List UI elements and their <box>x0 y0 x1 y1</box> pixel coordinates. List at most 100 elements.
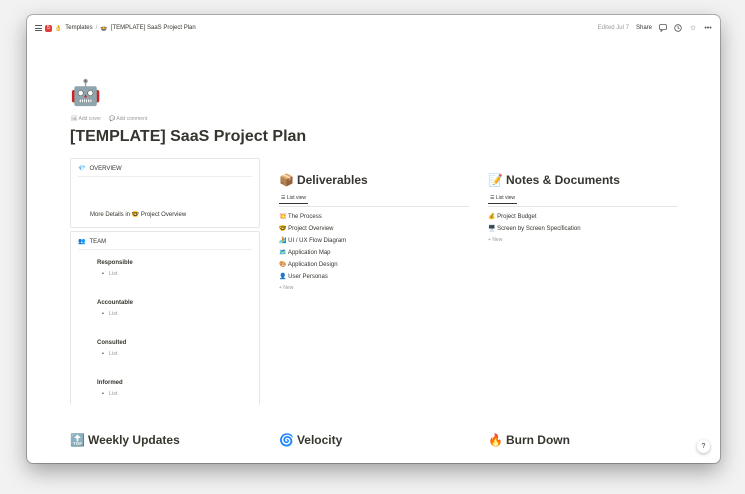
velocity-title: Velocity <box>296 433 343 447</box>
notification-badge[interactable]: 5 <box>45 24 52 32</box>
add-comment-button[interactable]: 💬 Add comment <box>109 116 147 122</box>
item-label: Project Budget <box>497 214 537 220</box>
role-name: Responsible <box>97 260 133 266</box>
overview-more-details: More Details in 🤓 Project Overview <box>90 211 186 218</box>
item-label: User Personas <box>288 274 328 280</box>
monitor-icon: 🖥️ <box>488 226 496 232</box>
velocity-heading: 🌀 Velocity <box>279 433 469 447</box>
breadcrumb-separator: / <box>95 25 98 31</box>
project-overview-link[interactable]: Project Overview <box>141 212 186 218</box>
image-icon: 🖼 <box>71 116 78 122</box>
nerd-face-icon: 🤓 <box>279 226 287 232</box>
page-icon[interactable]: 🤖 <box>70 81 101 106</box>
role-name: Informed <box>97 380 123 386</box>
gem-icon: 💎 <box>78 166 86 172</box>
item-label: Application Map <box>287 250 331 256</box>
person-icon: 👤 <box>279 274 287 280</box>
list-item[interactable]: 🗺️ Application Map <box>279 249 469 256</box>
money-bag-icon: 💰 <box>488 214 496 220</box>
tab-label: List view <box>286 195 307 201</box>
tab-list-view[interactable]: ☰ List view <box>279 195 309 204</box>
list-item[interactable]: 🏄 UI / UX Flow Diagram <box>279 237 469 244</box>
burn-down-heading: 🔥 Burn Down <box>488 433 678 447</box>
templates-emoji-icon: 👌 <box>54 25 63 32</box>
team-title: TEAM <box>89 238 107 245</box>
list-item[interactable]: 💥 The Process <box>279 213 469 220</box>
list-item[interactable]: 🎨 Application Design <box>279 261 469 268</box>
page-title[interactable]: [TEMPLATE] SaaS Project Plan <box>70 128 306 146</box>
list-item[interactable]: 👤 User Personas <box>279 273 469 280</box>
list-item[interactable]: List <box>102 311 252 317</box>
role-responsible: Responsible List <box>78 260 252 300</box>
list-item[interactable]: List <box>102 351 252 357</box>
explosion-icon: 💥 <box>279 214 287 220</box>
cover-actions: 🖼 Add cover 💬 Add comment <box>71 116 147 122</box>
new-item-button[interactable]: + New <box>279 285 469 291</box>
help-button[interactable]: ? <box>697 440 710 453</box>
weekly-updates-section: 🔝 Weekly Updates <box>70 433 260 447</box>
overview-header: 💎 OVERVIEW <box>78 165 252 177</box>
share-button[interactable]: Share <box>636 25 652 31</box>
breadcrumb-current-page[interactable]: [TEMPLATE] SaaS Project Plan <box>111 25 196 31</box>
burn-down-section: 🔥 Burn Down <box>488 433 678 447</box>
role-consulted: Consulted List <box>78 340 252 380</box>
item-label: The Process <box>288 214 322 220</box>
star-icon[interactable]: ☆ <box>689 24 697 32</box>
more-details-text: More Details in <box>90 212 131 218</box>
role-accountable: Accountable List <box>78 300 252 340</box>
tab-label: List view <box>495 195 516 201</box>
deliverables-section: 📦 Deliverables ☰ List view 💥 The Process… <box>279 173 469 296</box>
team-card: 👥 TEAM Responsible List Accountable List… <box>70 231 260 405</box>
item-label: Project Overview <box>288 226 334 232</box>
overview-card: 💎 OVERVIEW More Details in 🤓 Project Ove… <box>70 158 260 228</box>
list-item[interactable]: 🤓 Project Overview <box>279 225 469 232</box>
item-label: UI / UX Flow Diagram <box>288 238 347 244</box>
notes-heading: 📝 Notes & Documents <box>488 173 678 187</box>
role-informed: Informed List <box>78 380 252 404</box>
velocity-section: 🌀 Velocity <box>279 433 469 447</box>
notes-view-tabs: ☰ List view <box>488 195 678 207</box>
add-cover-label: Add cover <box>78 116 101 122</box>
deliverables-view-tabs: ☰ List view <box>279 195 469 207</box>
top-bar: 5 👌 Templates / 🍲 [TEMPLATE] SaaS Projec… <box>27 15 720 41</box>
list-item[interactable]: List <box>102 391 252 397</box>
weekly-updates-title: Weekly Updates <box>87 433 180 447</box>
role-name: Accountable <box>97 300 134 306</box>
add-cover-button[interactable]: 🖼 Add cover <box>71 116 101 122</box>
app-window: 5 👌 Templates / 🍲 [TEMPLATE] SaaS Projec… <box>27 15 720 463</box>
map-icon: 🗺️ <box>279 250 287 256</box>
nerd-face-icon: 🤓 <box>131 212 140 218</box>
list-item[interactable]: 🖥️ Screen by Screen Specification <box>488 225 678 232</box>
deliverables-title: Deliverables <box>296 173 368 187</box>
comment-icon[interactable] <box>659 24 667 32</box>
left-column: 💎 OVERVIEW More Details in 🤓 Project Ove… <box>70 158 260 405</box>
list-item[interactable]: List <box>102 271 252 277</box>
list-item[interactable]: 💰 Project Budget <box>488 213 678 220</box>
deliverables-list: 💥 The Process 🤓 Project Overview 🏄 UI / … <box>279 213 469 291</box>
sidebar-toggle-icon[interactable] <box>35 25 42 31</box>
package-icon: 📦 <box>279 173 294 187</box>
team-header: 👥 TEAM <box>78 238 252 250</box>
cyclone-icon: 🌀 <box>279 433 294 447</box>
surfer-icon: 🏄 <box>279 238 287 244</box>
comment-small-icon: 💬 <box>109 116 116 122</box>
breadcrumb-templates[interactable]: Templates <box>65 25 92 31</box>
role-name: Consulted <box>97 340 127 346</box>
add-comment-label: Add comment <box>116 116 148 122</box>
notes-list: 💰 Project Budget 🖥️ Screen by Screen Spe… <box>488 213 678 243</box>
tab-list-view[interactable]: ☰ List view <box>488 195 518 204</box>
notes-section: 📝 Notes & Documents ☰ List view 💰 Projec… <box>488 173 678 248</box>
clock-icon[interactable] <box>674 24 682 32</box>
new-item-button[interactable]: + New <box>488 237 678 243</box>
people-icon: 👥 <box>78 239 86 245</box>
notes-title: Notes & Documents <box>505 173 620 187</box>
top-arrow-icon: 🔝 <box>70 433 85 447</box>
more-icon[interactable]: ••• <box>704 24 712 32</box>
weekly-updates-heading: 🔝 Weekly Updates <box>70 433 260 447</box>
memo-icon: 📝 <box>488 173 503 187</box>
item-label: Application Design <box>287 262 338 268</box>
overview-title: OVERVIEW <box>89 165 122 172</box>
palette-icon: 🎨 <box>279 262 287 268</box>
fire-icon: 🔥 <box>488 433 503 447</box>
edited-timestamp: Edited Jul 7 <box>597 25 629 31</box>
